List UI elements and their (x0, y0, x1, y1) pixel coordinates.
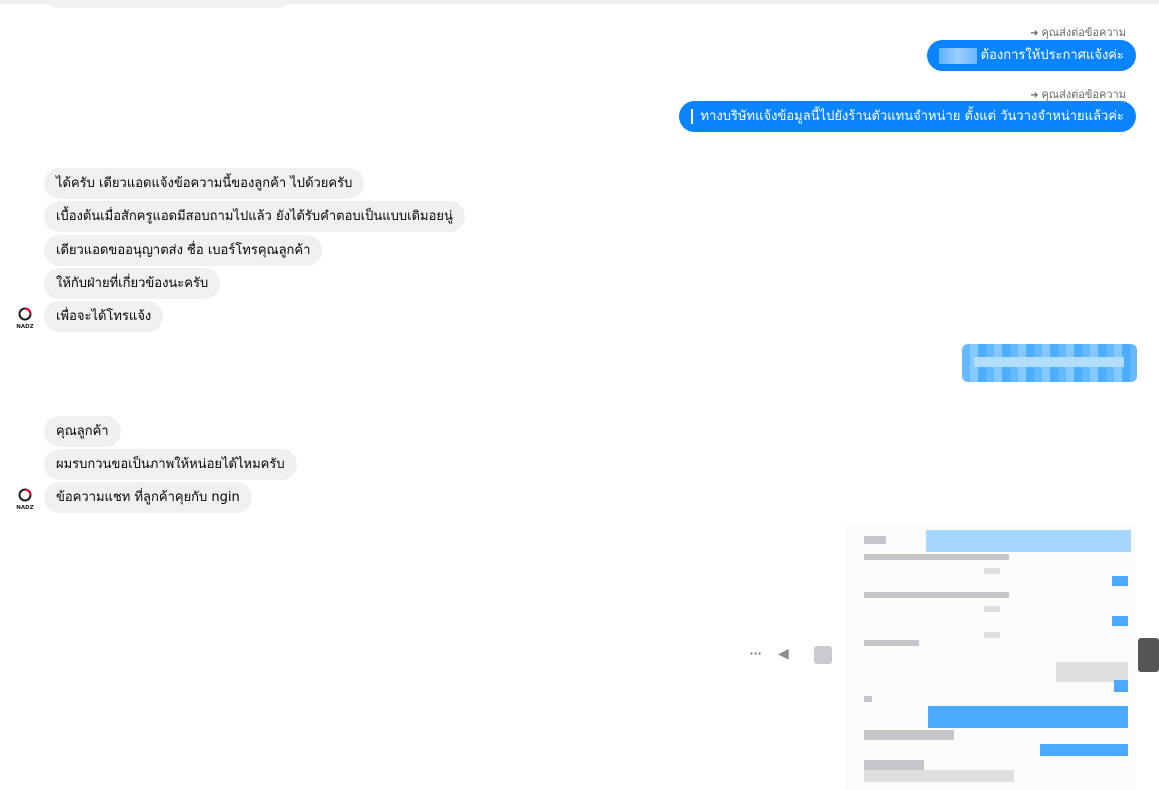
incoming-message-text: คุณลูกค้า (56, 424, 109, 439)
forward-arrow-icon: ➜ (1030, 28, 1039, 39)
side-panel-handle[interactable] (1138, 638, 1159, 672)
blurred-region (864, 730, 954, 740)
outgoing-message-bubble[interactable]: ทางบริษัทแจ้งข้อมูลนี้ไปยังร้านตัวแทนจำห… (678, 101, 1136, 132)
forwarded-label: ➜ คุณส่งต่อข้อความ (1030, 26, 1126, 39)
forward-arrow-icon: ➜ (1030, 90, 1039, 101)
incoming-message-bubble[interactable]: เพื่อจะได้โทรแจ้ง (44, 301, 164, 332)
outgoing-message-bubble[interactable]: ต้องการให้ประกาศแจ้งค่ะ (926, 40, 1136, 71)
incoming-message-bubble[interactable]: ข้อความแชท ที่ลูกค้าคุยกับ ngin (44, 482, 252, 513)
incoming-message-text: เพื่อจะได้โทรแจ้ง (56, 309, 152, 324)
incoming-message-bubble[interactable]: ให้กับฝ่ายที่เกี่ยวข้องนะครับ (44, 268, 221, 299)
incoming-message-bubble[interactable]: ได้ครับ เดียวแอดแจ้งข้อความนี้ของลูกค้า … (44, 168, 365, 199)
image-attachment[interactable] (846, 526, 1136, 790)
blurred-region (1040, 744, 1128, 756)
blurred-region (984, 568, 1000, 574)
avatar-label: NADZ (16, 324, 33, 330)
blurred-region (864, 554, 1009, 560)
blurred-region (864, 770, 1014, 782)
blurred-region (984, 632, 1000, 638)
blurred-region (1112, 576, 1128, 586)
blurred-region (1114, 680, 1128, 692)
incoming-message-text: เดียวแอดขออนุญาตส่ง ชื่อ เบอร์โทรคุณลูกค… (56, 243, 311, 258)
blurred-region (984, 606, 1000, 612)
more-options-icon[interactable]: ··· (749, 646, 762, 662)
incoming-message-bubble[interactable]: เดียวแอดขออนุญาตส่ง ชื่อ เบอร์โทรคุณลูกค… (44, 235, 323, 266)
quote-bar-icon (690, 109, 693, 124)
outgoing-redacted-message[interactable] (962, 344, 1137, 382)
outgoing-message-text: ทางบริษัทแจ้งข้อมูลนี้ไปยังร้านตัวแทนจำห… (700, 109, 1124, 124)
react-icon[interactable] (814, 646, 832, 664)
blurred-region (864, 760, 924, 770)
avatar-label: NADZ (16, 505, 33, 511)
incoming-message-text: ผมรบกวนขอเป็นภาพให้หน่อยได้ไหมครับ (56, 457, 285, 472)
reply-icon[interactable]: ◀ (778, 646, 789, 662)
blurred-region (1056, 662, 1128, 682)
blurred-region (864, 536, 886, 544)
redacted-name (938, 47, 977, 64)
blurred-region (928, 706, 1128, 728)
incoming-message-bubble[interactable]: คุณลูกค้า (44, 416, 121, 447)
blurred-region (1112, 616, 1128, 626)
page-avatar[interactable]: NADZ (14, 487, 36, 511)
incoming-message-text: ข้อความแชท ที่ลูกค้าคุยกับ ngin (56, 490, 240, 505)
incoming-message-text: เบื้องต้นเมื่อสักครูแอดมีสอบถามไปแล้ว ยั… (56, 209, 453, 224)
incoming-message-text: ได้ครับ เดียวแอดแจ้งข้อความนี้ของลูกค้า … (56, 176, 353, 191)
blurred-region (864, 592, 1009, 598)
incoming-message-text: ให้กับฝ่ายที่เกี่ยวข้องนะครับ (56, 276, 209, 291)
previous-message-bubble (44, 0, 292, 8)
incoming-message-bubble[interactable]: ผมรบกวนขอเป็นภาพให้หน่อยได้ไหมครับ (44, 449, 297, 480)
blurred-region (926, 530, 1131, 552)
blurred-region (864, 640, 919, 646)
outgoing-message-text: ต้องการให้ประกาศแจ้งค่ะ (980, 48, 1124, 63)
page-avatar[interactable]: NADZ (14, 306, 36, 330)
incoming-message-bubble[interactable]: เบื้องต้นเมื่อสักครูแอดมีสอบถามไปแล้ว ยั… (44, 201, 465, 232)
blurred-region (864, 696, 872, 702)
